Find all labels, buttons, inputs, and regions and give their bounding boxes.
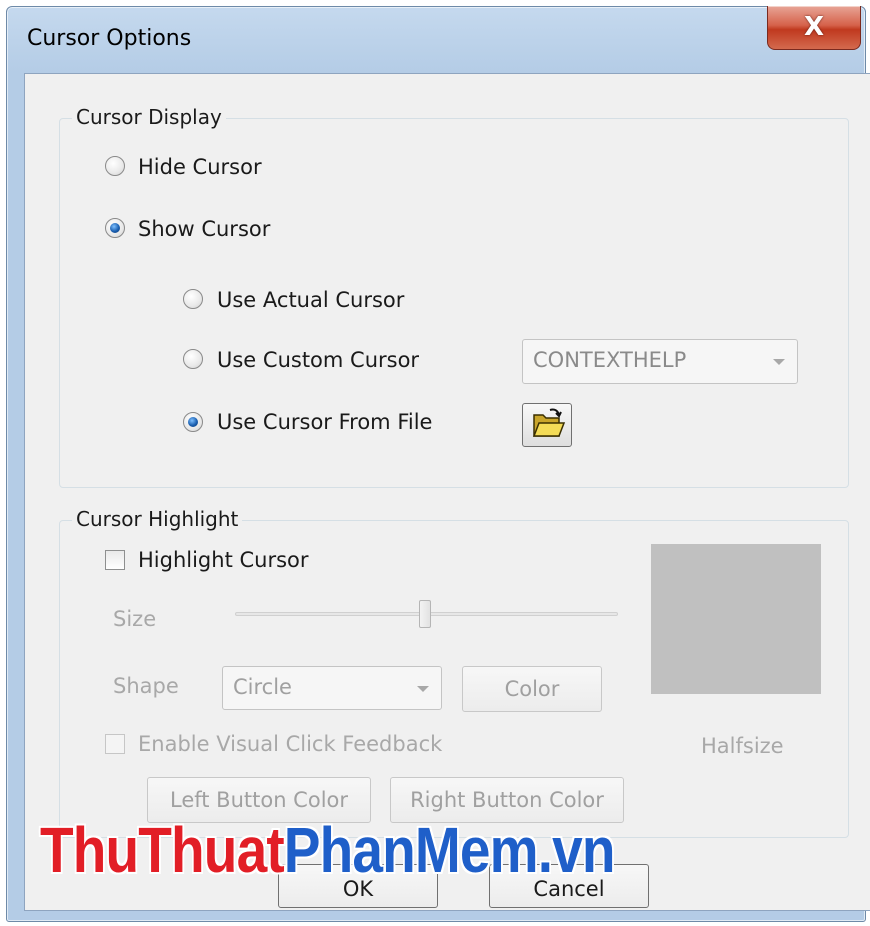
close-icon: X	[803, 12, 825, 42]
show-cursor-radio[interactable]	[105, 218, 125, 238]
color-button-label: Color	[504, 677, 560, 701]
highlight-preview-swatch	[651, 544, 821, 694]
watermark-part1: ThuThuat	[40, 814, 285, 886]
highlight-cursor-label[interactable]: Highlight Cursor	[138, 548, 309, 572]
open-folder-icon	[532, 408, 566, 437]
watermark-part2: PhanMem.vn	[283, 814, 616, 886]
use-cursor-from-file-label[interactable]: Use Cursor From File	[217, 410, 432, 434]
hide-cursor-radio[interactable]	[105, 156, 125, 176]
use-actual-cursor-radio[interactable]	[183, 289, 203, 309]
chevron-down-icon	[417, 686, 429, 692]
right-button-color-label: Right Button Color	[410, 788, 604, 812]
use-actual-cursor-label[interactable]: Use Actual Cursor	[217, 288, 404, 312]
size-slider-thumb[interactable]	[419, 600, 431, 628]
highlight-cursor-checkbox[interactable]	[105, 550, 125, 570]
custom-cursor-select-value: CONTEXTHELP	[533, 348, 687, 372]
hide-cursor-label[interactable]: Hide Cursor	[138, 155, 262, 179]
title-bar[interactable]: Cursor Options X	[7, 6, 865, 67]
cursor-highlight-title: Cursor Highlight	[72, 507, 243, 531]
shape-label: Shape	[113, 674, 179, 698]
cursor-options-window: Cursor Options X Cursor Display Hide Cur…	[6, 6, 870, 922]
browse-file-button[interactable]	[522, 403, 572, 447]
cursor-display-title: Cursor Display	[72, 105, 226, 129]
use-custom-cursor-label[interactable]: Use Custom Cursor	[217, 348, 419, 372]
chevron-down-icon	[773, 359, 785, 365]
size-label: Size	[113, 607, 157, 631]
enable-visual-click-checkbox[interactable]	[105, 734, 125, 754]
left-button-color-label: Left Button Color	[169, 788, 349, 812]
shape-select[interactable]: Circle	[222, 666, 442, 710]
use-custom-cursor-radio[interactable]	[183, 349, 203, 369]
preview-caption: Halfsize	[701, 734, 784, 758]
close-button[interactable]: X	[767, 6, 861, 50]
dialog-body: Cursor Display Hide Cursor Show Cursor U…	[24, 73, 870, 911]
custom-cursor-select[interactable]: CONTEXTHELP	[522, 339, 798, 384]
use-cursor-from-file-radio[interactable]	[183, 412, 203, 432]
window-title: Cursor Options	[27, 26, 192, 51]
show-cursor-label[interactable]: Show Cursor	[138, 217, 270, 241]
enable-visual-click-label[interactable]: Enable Visual Click Feedback	[138, 732, 442, 756]
shape-select-value: Circle	[233, 675, 292, 699]
watermark: ThuThuatPhanMem.vn	[40, 818, 616, 882]
color-button[interactable]: Color	[462, 666, 602, 712]
